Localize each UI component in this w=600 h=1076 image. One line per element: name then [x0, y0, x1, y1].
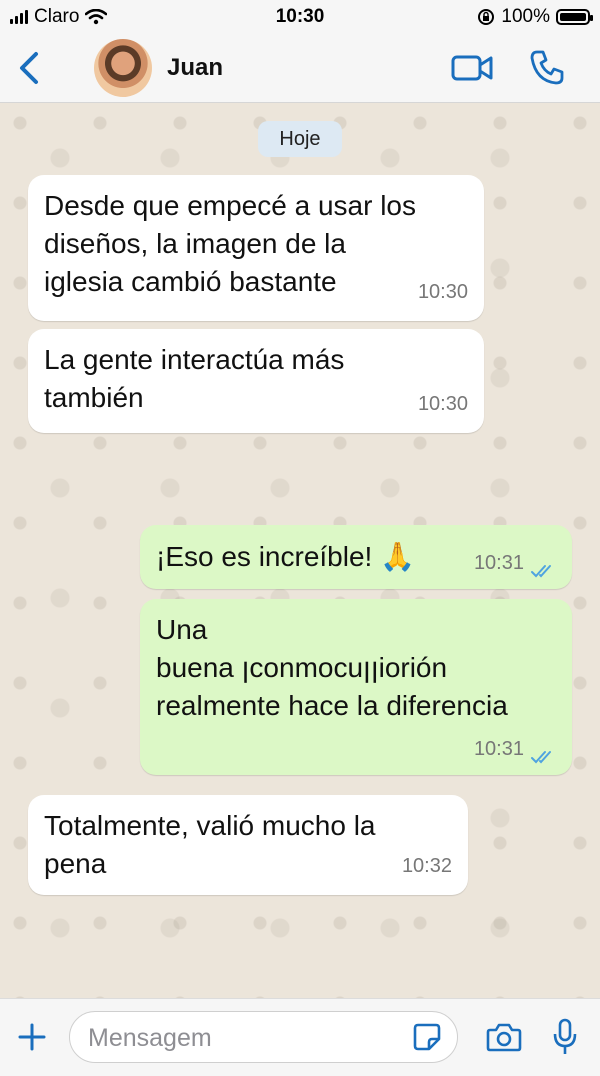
battery-icon	[556, 9, 593, 25]
plus-icon[interactable]	[16, 1021, 48, 1053]
message-time: 10:31	[473, 552, 524, 574]
message-time: 10:32	[401, 855, 452, 877]
avatar[interactable]	[94, 39, 152, 97]
chat-header: Juan	[0, 34, 600, 103]
message-line: ¡Eso es increíble! 🙏	[156, 541, 415, 572]
status-right: 100%	[477, 6, 593, 28]
message-time: 10:30	[417, 393, 468, 415]
status-bar: Claro 10:30 100%	[0, 0, 600, 34]
phone-icon[interactable]	[528, 48, 566, 86]
contact-name[interactable]: Juan	[167, 54, 223, 82]
message-text: Desde que empecé a usar los diseños, la …	[44, 187, 416, 301]
camera-icon[interactable]	[486, 1021, 522, 1053]
message-bubble-outgoing[interactable]: ¡Eso es increíble! 🙏 10:31	[140, 525, 572, 589]
message-bubble-incoming[interactable]: Totalmente, valió mucho la pena 10:32	[28, 795, 468, 895]
lock-rotation-icon	[478, 9, 495, 25]
read-receipt-icon	[531, 565, 551, 578]
microphone-icon[interactable]	[552, 1017, 578, 1057]
sticker-icon[interactable]	[412, 1022, 442, 1052]
message-line: buena ꞁconmocuꞁꞁiorión	[156, 652, 448, 683]
message-line: pena	[44, 848, 107, 879]
read-receipt-icon	[531, 751, 551, 764]
message-text: Una buena ꞁconmocuꞁꞁiorión realmente hac…	[156, 611, 508, 725]
message-line: realmente hace la diferencia	[156, 690, 508, 721]
message-line: Una	[156, 614, 208, 645]
message-input-wrapper[interactable]	[69, 1011, 458, 1063]
message-line: Totalmente, valió mucho la	[44, 810, 376, 841]
battery-percent: 100%	[501, 6, 550, 27]
message-text: Totalmente, valió mucho la pena	[44, 807, 376, 883]
message-text: ¡Eso es increíble! 🙏	[156, 538, 415, 576]
message-bubble-outgoing[interactable]: Una buena ꞁconmocuꞁꞁiorión realmente hac…	[140, 599, 572, 775]
date-chip: Hoje	[258, 121, 342, 157]
chat-area[interactable]: Hoje Desde que empecé a usar los diseños…	[0, 103, 600, 998]
message-time: 10:31	[473, 738, 524, 760]
message-line: también	[44, 382, 144, 413]
message-bubble-incoming[interactable]: Desde que empecé a usar los diseños, la …	[28, 175, 484, 321]
message-text: La gente interactúa más también	[44, 341, 344, 417]
composer-bar	[0, 998, 600, 1076]
message-input[interactable]	[86, 1020, 410, 1056]
message-line: La gente interactúa más	[44, 344, 345, 375]
message-time: 10:30	[417, 281, 468, 303]
message-bubble-incoming[interactable]: La gente interactúa más también 10:30	[28, 329, 484, 433]
message-line: Desde que empecé a usar los	[44, 190, 416, 221]
message-line: iglesia cambió bastante	[44, 266, 337, 297]
back-icon[interactable]	[14, 48, 44, 88]
video-call-icon[interactable]	[450, 52, 494, 84]
message-line: diseños, la imagen de la	[44, 228, 346, 259]
